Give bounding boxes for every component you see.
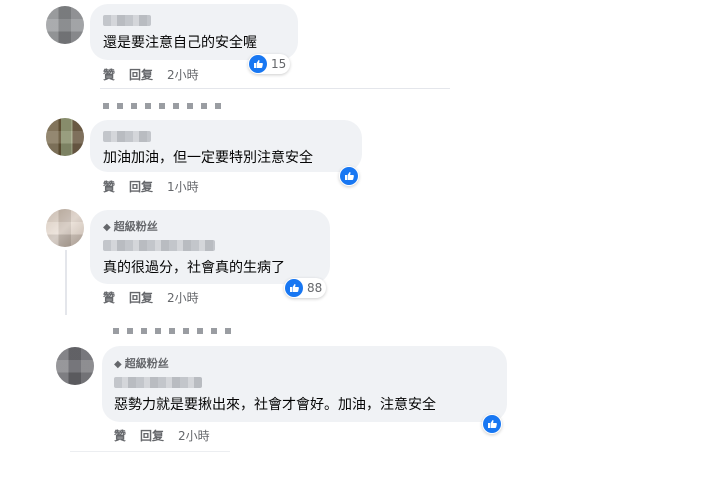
- reply-button[interactable]: 回复: [129, 66, 153, 83]
- top-fan-badge[interactable]: ◆ 超級粉丝: [103, 218, 158, 234]
- comment-actions: 贊 回复 1小時: [103, 178, 199, 195]
- commenter-name[interactable]: [114, 377, 202, 388]
- like-button[interactable]: 贊: [103, 289, 115, 306]
- diamond-icon: ◆: [114, 359, 122, 370]
- thumbs-up-icon: [340, 167, 358, 185]
- divider: [100, 88, 450, 89]
- reaction-count[interactable]: [482, 414, 502, 434]
- reply-button[interactable]: 回复: [129, 289, 153, 306]
- comment-actions: 贊 回复 2小時: [114, 427, 210, 444]
- comment-text: 真的很過分，社會真的生病了: [103, 260, 285, 276]
- hidden-replies-row: [113, 328, 233, 334]
- reply-button[interactable]: 回复: [140, 427, 164, 444]
- avatar[interactable]: [46, 209, 84, 247]
- comment-actions: 贊 回复 2小時: [103, 66, 199, 83]
- timestamp[interactable]: 2小時: [178, 427, 210, 444]
- commenter-name[interactable]: [103, 131, 151, 142]
- thread-line: [65, 250, 67, 315]
- like-button[interactable]: 贊: [114, 427, 126, 444]
- top-fan-badge[interactable]: ◆ 超級粉丝: [114, 355, 169, 371]
- hidden-replies-row: [103, 103, 223, 109]
- thumbs-up-icon: [285, 279, 303, 297]
- timestamp[interactable]: 1小時: [167, 178, 199, 195]
- avatar[interactable]: [46, 6, 84, 44]
- divider: [70, 451, 230, 452]
- avatar[interactable]: [46, 118, 84, 156]
- thumbs-up-icon: [249, 55, 267, 73]
- like-button[interactable]: 贊: [103, 66, 115, 83]
- commenter-name[interactable]: [103, 240, 215, 251]
- thumbs-up-icon: [483, 415, 501, 433]
- reaction-count[interactable]: 88: [284, 278, 327, 298]
- comment-text: 惡勢力就是要揪出來，社會才會好。加油，注意安全: [114, 397, 436, 413]
- reply-button[interactable]: 回复: [129, 178, 153, 195]
- reaction-count[interactable]: [339, 166, 359, 186]
- commenter-name[interactable]: [103, 15, 151, 26]
- diamond-icon: ◆: [103, 222, 111, 233]
- like-button[interactable]: 贊: [103, 178, 115, 195]
- timestamp[interactable]: 2小時: [167, 289, 199, 306]
- comment-text: 加油加油，但一定要特別注意安全: [103, 150, 313, 166]
- avatar[interactable]: [56, 347, 94, 385]
- comment-text: 還是要注意自己的安全喔: [103, 35, 257, 51]
- reaction-count[interactable]: 15: [248, 54, 291, 74]
- comment-actions: 贊 回复 2小時: [103, 289, 199, 306]
- timestamp[interactable]: 2小時: [167, 66, 199, 83]
